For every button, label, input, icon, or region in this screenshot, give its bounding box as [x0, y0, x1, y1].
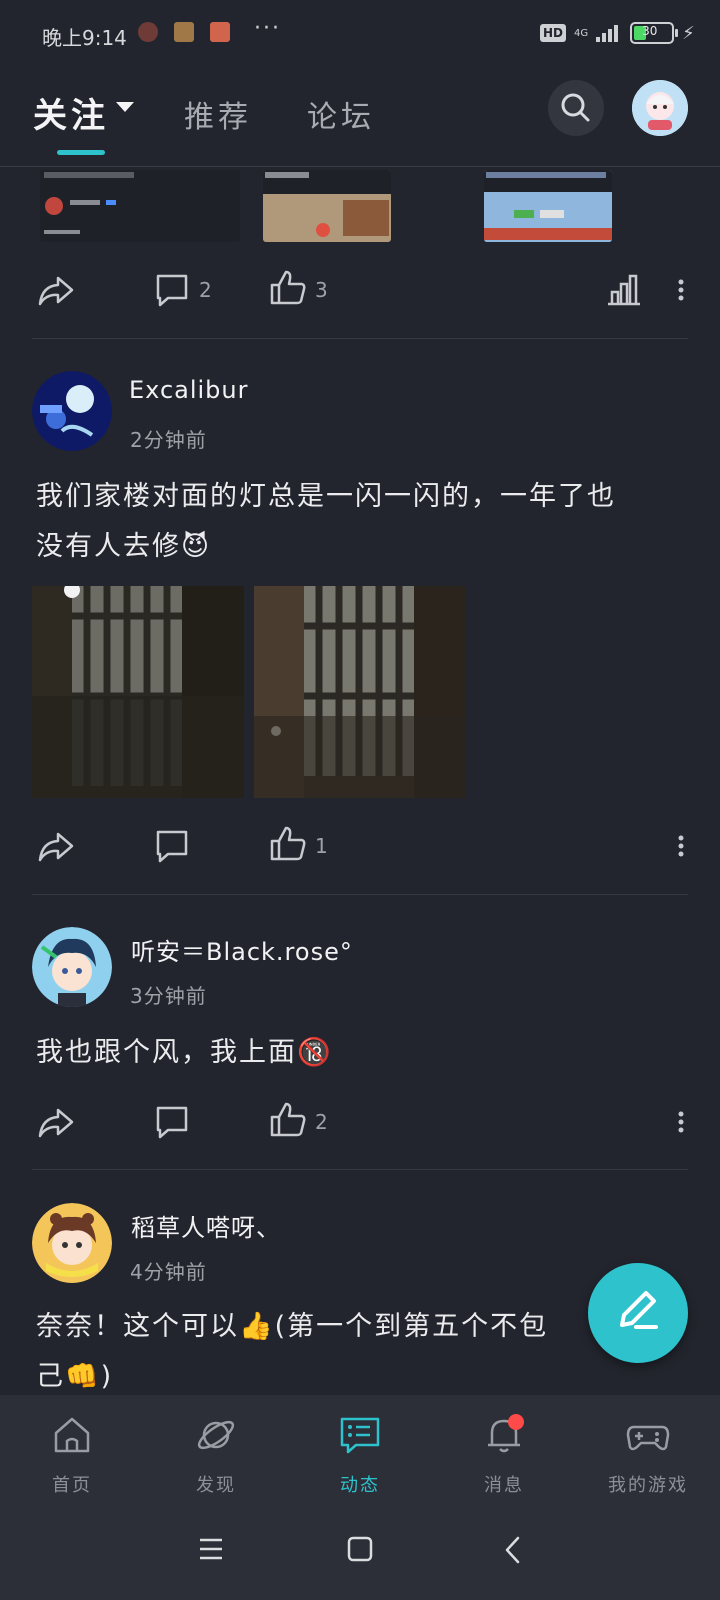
- like-count: 3: [315, 278, 328, 302]
- chat-notification-icon: [174, 22, 194, 42]
- notification-icons: [138, 22, 230, 42]
- post-text-line: 我们家楼对面的灯总是一闪一闪的，一年了也: [36, 481, 616, 512]
- author-name[interactable]: 听安＝Black.rose°: [131, 932, 353, 967]
- header-divider: [0, 166, 720, 167]
- post-divider: [32, 894, 688, 895]
- share-icon[interactable]: [36, 1102, 76, 1142]
- hd-icon: HD: [540, 24, 567, 42]
- post-1-image-1[interactable]: [32, 586, 244, 798]
- comment-icon[interactable]: [152, 270, 192, 310]
- status-bar: 晚上9:14 ··· HD 4G 30 ⚡: [0, 0, 720, 68]
- notification-badge: [508, 1414, 524, 1430]
- avatar[interactable]: [32, 371, 112, 451]
- avatar[interactable]: [32, 1203, 112, 1283]
- comment-icon[interactable]: [152, 826, 192, 866]
- author-name[interactable]: 稻草人嗒呀、: [131, 1208, 281, 1243]
- pen-icon: [620, 1291, 658, 1329]
- post-divider: [32, 338, 688, 339]
- post-text: 奈奈！这个可以👍(第一个到第五个不包 己👊): [36, 1302, 596, 1402]
- more-options-icon[interactable]: [676, 1110, 686, 1134]
- chevron-down-icon[interactable]: [116, 102, 134, 112]
- search-button[interactable]: [548, 80, 604, 136]
- post-0-image-1[interactable]: [40, 170, 240, 242]
- nav-feed-label: 动态: [340, 1475, 380, 1496]
- compose-post-button[interactable]: [588, 1263, 688, 1363]
- comment-icon[interactable]: [152, 1102, 192, 1142]
- home-icon: [54, 1417, 90, 1453]
- search-icon: [561, 93, 590, 122]
- system-indicators: HD 4G 30 ⚡: [540, 22, 695, 44]
- planet-icon: [197, 1420, 235, 1450]
- share-icon[interactable]: [36, 826, 76, 866]
- avatar[interactable]: [32, 927, 112, 1007]
- like-count: 1: [315, 834, 328, 858]
- network-type: 4G: [574, 27, 589, 39]
- avatar-image: [632, 80, 688, 136]
- more-options-icon[interactable]: [676, 834, 686, 858]
- like-icon[interactable]: [268, 824, 308, 864]
- more-notifications-icon: ···: [254, 16, 281, 41]
- post-text: 我也跟个风，我上面🔞: [36, 1037, 333, 1068]
- active-tab-indicator: [57, 150, 105, 155]
- more-options-icon[interactable]: [676, 278, 686, 302]
- feed-icon: [340, 1417, 380, 1454]
- mail-notification-icon: [210, 22, 230, 42]
- home-button-icon[interactable]: [347, 1536, 373, 1562]
- tab-forum[interactable]: 论坛: [307, 92, 375, 136]
- battery-level: 30: [642, 24, 658, 38]
- post-time: 3分钟前: [130, 984, 207, 1008]
- emoji: 👊: [65, 1361, 101, 1392]
- like-icon[interactable]: [268, 1100, 308, 1140]
- charging-icon: ⚡: [682, 22, 695, 44]
- user-avatar[interactable]: [632, 80, 688, 136]
- back-icon[interactable]: [503, 1536, 521, 1564]
- emoji: 😈: [181, 531, 212, 562]
- like-icon[interactable]: [268, 268, 308, 308]
- post-text-line: 奈奈！这个可以👍(第一个到第五个不包: [36, 1311, 549, 1342]
- menu-icon[interactable]: [198, 1537, 224, 1561]
- share-icon[interactable]: [36, 270, 76, 310]
- author-name[interactable]: Excalibur: [129, 376, 249, 404]
- post-1-image-2[interactable]: [254, 586, 466, 798]
- battery-icon: 30: [630, 22, 679, 44]
- emoji: 🔞: [297, 1037, 333, 1068]
- tab-recommend[interactable]: 推荐: [184, 92, 252, 136]
- nav-messages-label: 消息: [484, 1475, 524, 1496]
- nav-home-label: 首页: [52, 1475, 92, 1496]
- gamepad-icon: [626, 1425, 670, 1451]
- comment-count: 2: [199, 278, 212, 302]
- nav-discover-label: 发现: [196, 1475, 236, 1496]
- tab-following[interactable]: 关注: [33, 88, 109, 137]
- post-0-image-3[interactable]: [484, 170, 612, 242]
- post-0-image-2[interactable]: [263, 170, 391, 242]
- post-time: 4分钟前: [130, 1260, 207, 1284]
- post-time: 2分钟前: [130, 428, 207, 452]
- post-divider: [32, 1169, 688, 1170]
- post-text: 我们家楼对面的灯总是一闪一闪的，一年了也 没有人去修😈: [36, 472, 676, 572]
- post-text-line: 没有人去修😈: [36, 531, 212, 562]
- nav-my-games-label: 我的游戏: [608, 1475, 688, 1496]
- app-notification-icon: [138, 22, 158, 42]
- emoji: 👍: [239, 1311, 275, 1342]
- signal-icon: [596, 24, 619, 42]
- stats-icon[interactable]: [604, 270, 644, 310]
- status-time: 晚上9:14: [42, 26, 127, 50]
- like-count: 2: [315, 1110, 328, 1134]
